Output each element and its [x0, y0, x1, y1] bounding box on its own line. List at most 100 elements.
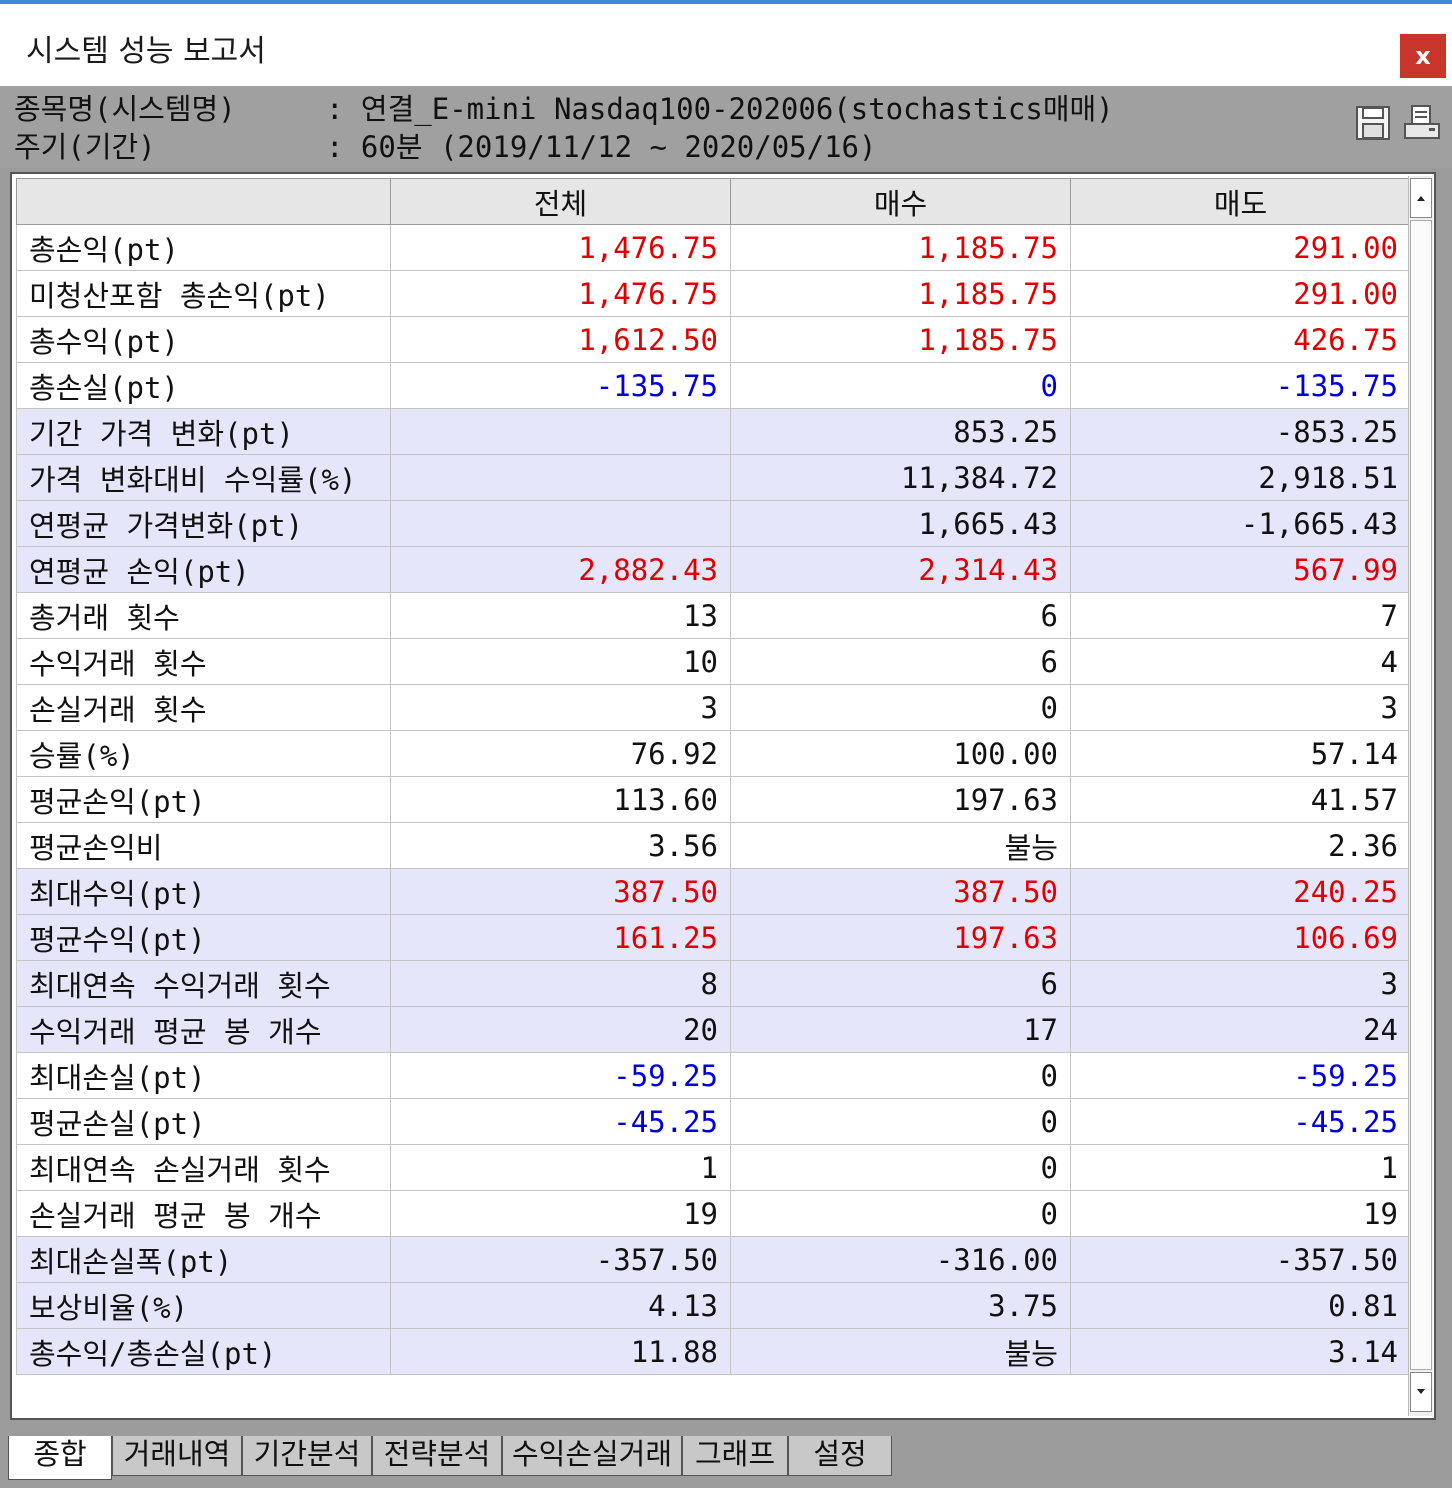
tab-trade-history[interactable]: 거래내역	[112, 1436, 242, 1476]
cell-buy: -316.00	[730, 1236, 1071, 1283]
table-row[interactable]: 승률(%) 76.92 100.00 57.14	[16, 730, 1411, 777]
cell-total	[390, 408, 731, 455]
table-row[interactable]: 수익거래 횟수 10 6 4	[16, 638, 1411, 685]
tab-strategy-analysis[interactable]: 전략분석	[372, 1436, 502, 1476]
table-row[interactable]: 총손익(pt) 1,476.75 1,185.75 291.00	[16, 224, 1411, 271]
cell-sell: 0.81	[1070, 1282, 1411, 1329]
table-row[interactable]: 최대손실폭(pt) -357.50 -316.00 -357.50	[16, 1236, 1411, 1283]
cell-sell: -357.50	[1070, 1236, 1411, 1283]
cell-total: -135.75	[390, 362, 731, 409]
scroll-up-button[interactable]	[1410, 178, 1432, 218]
table-row[interactable]: 미청산포함 총손익(pt) 1,476.75 1,185.75 291.00	[16, 270, 1411, 317]
table-row[interactable]: 평균손익비 3.56 불능 2.36	[16, 822, 1411, 869]
cell-sell: -853.25	[1070, 408, 1411, 455]
table-row[interactable]: 손실거래 평균 봉 개수 19 0 19	[16, 1190, 1411, 1237]
table-row[interactable]: 연평균 손익(pt) 2,882.43 2,314.43 567.99	[16, 546, 1411, 593]
cell-buy: 1,185.75	[730, 224, 1071, 271]
table-row[interactable]: 기간 가격 변화(pt) 853.25 -853.25	[16, 408, 1411, 455]
table-row[interactable]: 최대수익(pt) 387.50 387.50 240.25	[16, 868, 1411, 915]
row-label: 보상비율(%)	[16, 1282, 391, 1329]
cell-buy: 11,384.72	[730, 454, 1071, 501]
row-label: 승률(%)	[16, 730, 391, 777]
cell-sell: 106.69	[1070, 914, 1411, 961]
cell-total: 13	[390, 592, 731, 639]
cell-total: 113.60	[390, 776, 731, 823]
cell-buy: 387.50	[730, 868, 1071, 915]
cell-buy: 1,185.75	[730, 270, 1071, 317]
cell-total: 76.92	[390, 730, 731, 777]
cell-buy: 6	[730, 960, 1071, 1007]
cell-total: 387.50	[390, 868, 731, 915]
report-window: 시스템 성능 보고서 x 종목명(시스템명): 연결_E-mini Nasdaq…	[0, 0, 1452, 1488]
cell-total: 20	[390, 1006, 731, 1053]
row-label: 총거래 횟수	[16, 592, 391, 639]
table-row[interactable]: 총손실(pt) -135.75 0 -135.75	[16, 362, 1411, 409]
cell-buy: 0	[730, 1098, 1071, 1145]
info-label: 주기(기간)	[14, 130, 156, 164]
cell-buy: 6	[730, 638, 1071, 685]
cell-sell: 19	[1070, 1190, 1411, 1237]
row-label: 수익거래 횟수	[16, 638, 391, 685]
cell-total: 2,882.43	[390, 546, 731, 593]
cell-sell: 4	[1070, 638, 1411, 685]
row-label: 손실거래 평균 봉 개수	[16, 1190, 391, 1237]
row-label: 평균손익(pt)	[16, 776, 391, 823]
table-row[interactable]: 손실거래 횟수 3 0 3	[16, 684, 1411, 731]
cell-sell: 7	[1070, 592, 1411, 639]
table-row[interactable]: 평균손익(pt) 113.60 197.63 41.57	[16, 776, 1411, 823]
row-label: 평균손실(pt)	[16, 1098, 391, 1145]
cell-total: 8	[390, 960, 731, 1007]
table-row[interactable]: 가격 변화대비 수익률(%) 11,384.72 2,918.51	[16, 454, 1411, 501]
table-row[interactable]: 최대손실(pt) -59.25 0 -59.25	[16, 1052, 1411, 1099]
row-label: 최대연속 수익거래 횟수	[16, 960, 391, 1007]
header-total[interactable]: 전체	[390, 178, 731, 225]
cell-sell: 3	[1070, 960, 1411, 1007]
header-buy[interactable]: 매수	[730, 178, 1071, 225]
scroll-down-button[interactable]	[1410, 1372, 1432, 1412]
window-title: 시스템 성능 보고서	[26, 34, 266, 69]
table-row[interactable]: 평균수익(pt) 161.25 197.63 106.69	[16, 914, 1411, 961]
cell-buy: 0	[730, 684, 1071, 731]
table-row[interactable]: 평균손실(pt) -45.25 0 -45.25	[16, 1098, 1411, 1145]
tab-period-analysis[interactable]: 기간분석	[242, 1436, 372, 1476]
table-row[interactable]: 수익거래 평균 봉 개수 20 17 24	[16, 1006, 1411, 1053]
info-row-symbol: 종목명(시스템명): 연결_E-mini Nasdaq100-202006(st…	[14, 86, 1114, 128]
table-row[interactable]: 총거래 횟수 13 6 7	[16, 592, 1411, 639]
row-label: 최대수익(pt)	[16, 868, 391, 915]
tab-summary[interactable]: 종합	[8, 1436, 112, 1480]
cell-buy: 197.63	[730, 914, 1071, 961]
row-label: 기간 가격 변화(pt)	[16, 408, 391, 455]
cell-total: 3.56	[390, 822, 731, 869]
table-row[interactable]: 최대연속 손실거래 횟수 1 0 1	[16, 1144, 1411, 1191]
table-row[interactable]: 보상비율(%) 4.13 3.75 0.81	[16, 1282, 1411, 1329]
cell-total: 1	[390, 1144, 731, 1191]
report-table: 전체 매수 매도 총손익(pt) 1,476.75 1,185.75 291.00 미청…	[16, 178, 1411, 1375]
tab-profit-loss-trades[interactable]: 수익손실거래	[502, 1436, 682, 1476]
cell-buy: 0	[730, 1190, 1071, 1237]
cell-buy: 0	[730, 1052, 1071, 1099]
cell-buy: 불능	[730, 822, 1071, 869]
table-row[interactable]: 총수익(pt) 1,612.50 1,185.75 426.75	[16, 316, 1411, 363]
row-label: 총수익(pt)	[16, 316, 391, 363]
cell-total: 1,612.50	[390, 316, 731, 363]
scrollbar-thumb[interactable]	[1410, 220, 1432, 1370]
close-button[interactable]: x	[1400, 34, 1446, 78]
report-table-frame: 전체 매수 매도 총손익(pt) 1,476.75 1,185.75 291.00 미청…	[10, 172, 1436, 1420]
tab-settings[interactable]: 설정	[788, 1436, 892, 1476]
info-value: : 60분 (2019/11/12 ~ 2020/05/16)	[326, 130, 877, 164]
cell-total: 4.13	[390, 1282, 731, 1329]
tab-graph[interactable]: 그래프	[682, 1436, 788, 1476]
table-row[interactable]: 총수익/총손실(pt) 11.88 불능 3.14	[16, 1328, 1411, 1375]
print-icon[interactable]	[1402, 104, 1440, 142]
cell-total: 19	[390, 1190, 731, 1237]
header-sell[interactable]: 매도	[1070, 178, 1411, 225]
cell-sell: 3	[1070, 684, 1411, 731]
cell-buy: 6	[730, 592, 1071, 639]
table-row[interactable]: 최대연속 수익거래 횟수 8 6 3	[16, 960, 1411, 1007]
table-row[interactable]: 연평균 가격변화(pt) 1,665.43 -1,665.43	[16, 500, 1411, 547]
cell-buy: 0	[730, 362, 1071, 409]
cell-total: 11.88	[390, 1328, 731, 1375]
row-label: 미청산포함 총손익(pt)	[16, 270, 391, 317]
vertical-scrollbar[interactable]	[1408, 176, 1433, 1416]
save-icon[interactable]	[1354, 104, 1392, 142]
